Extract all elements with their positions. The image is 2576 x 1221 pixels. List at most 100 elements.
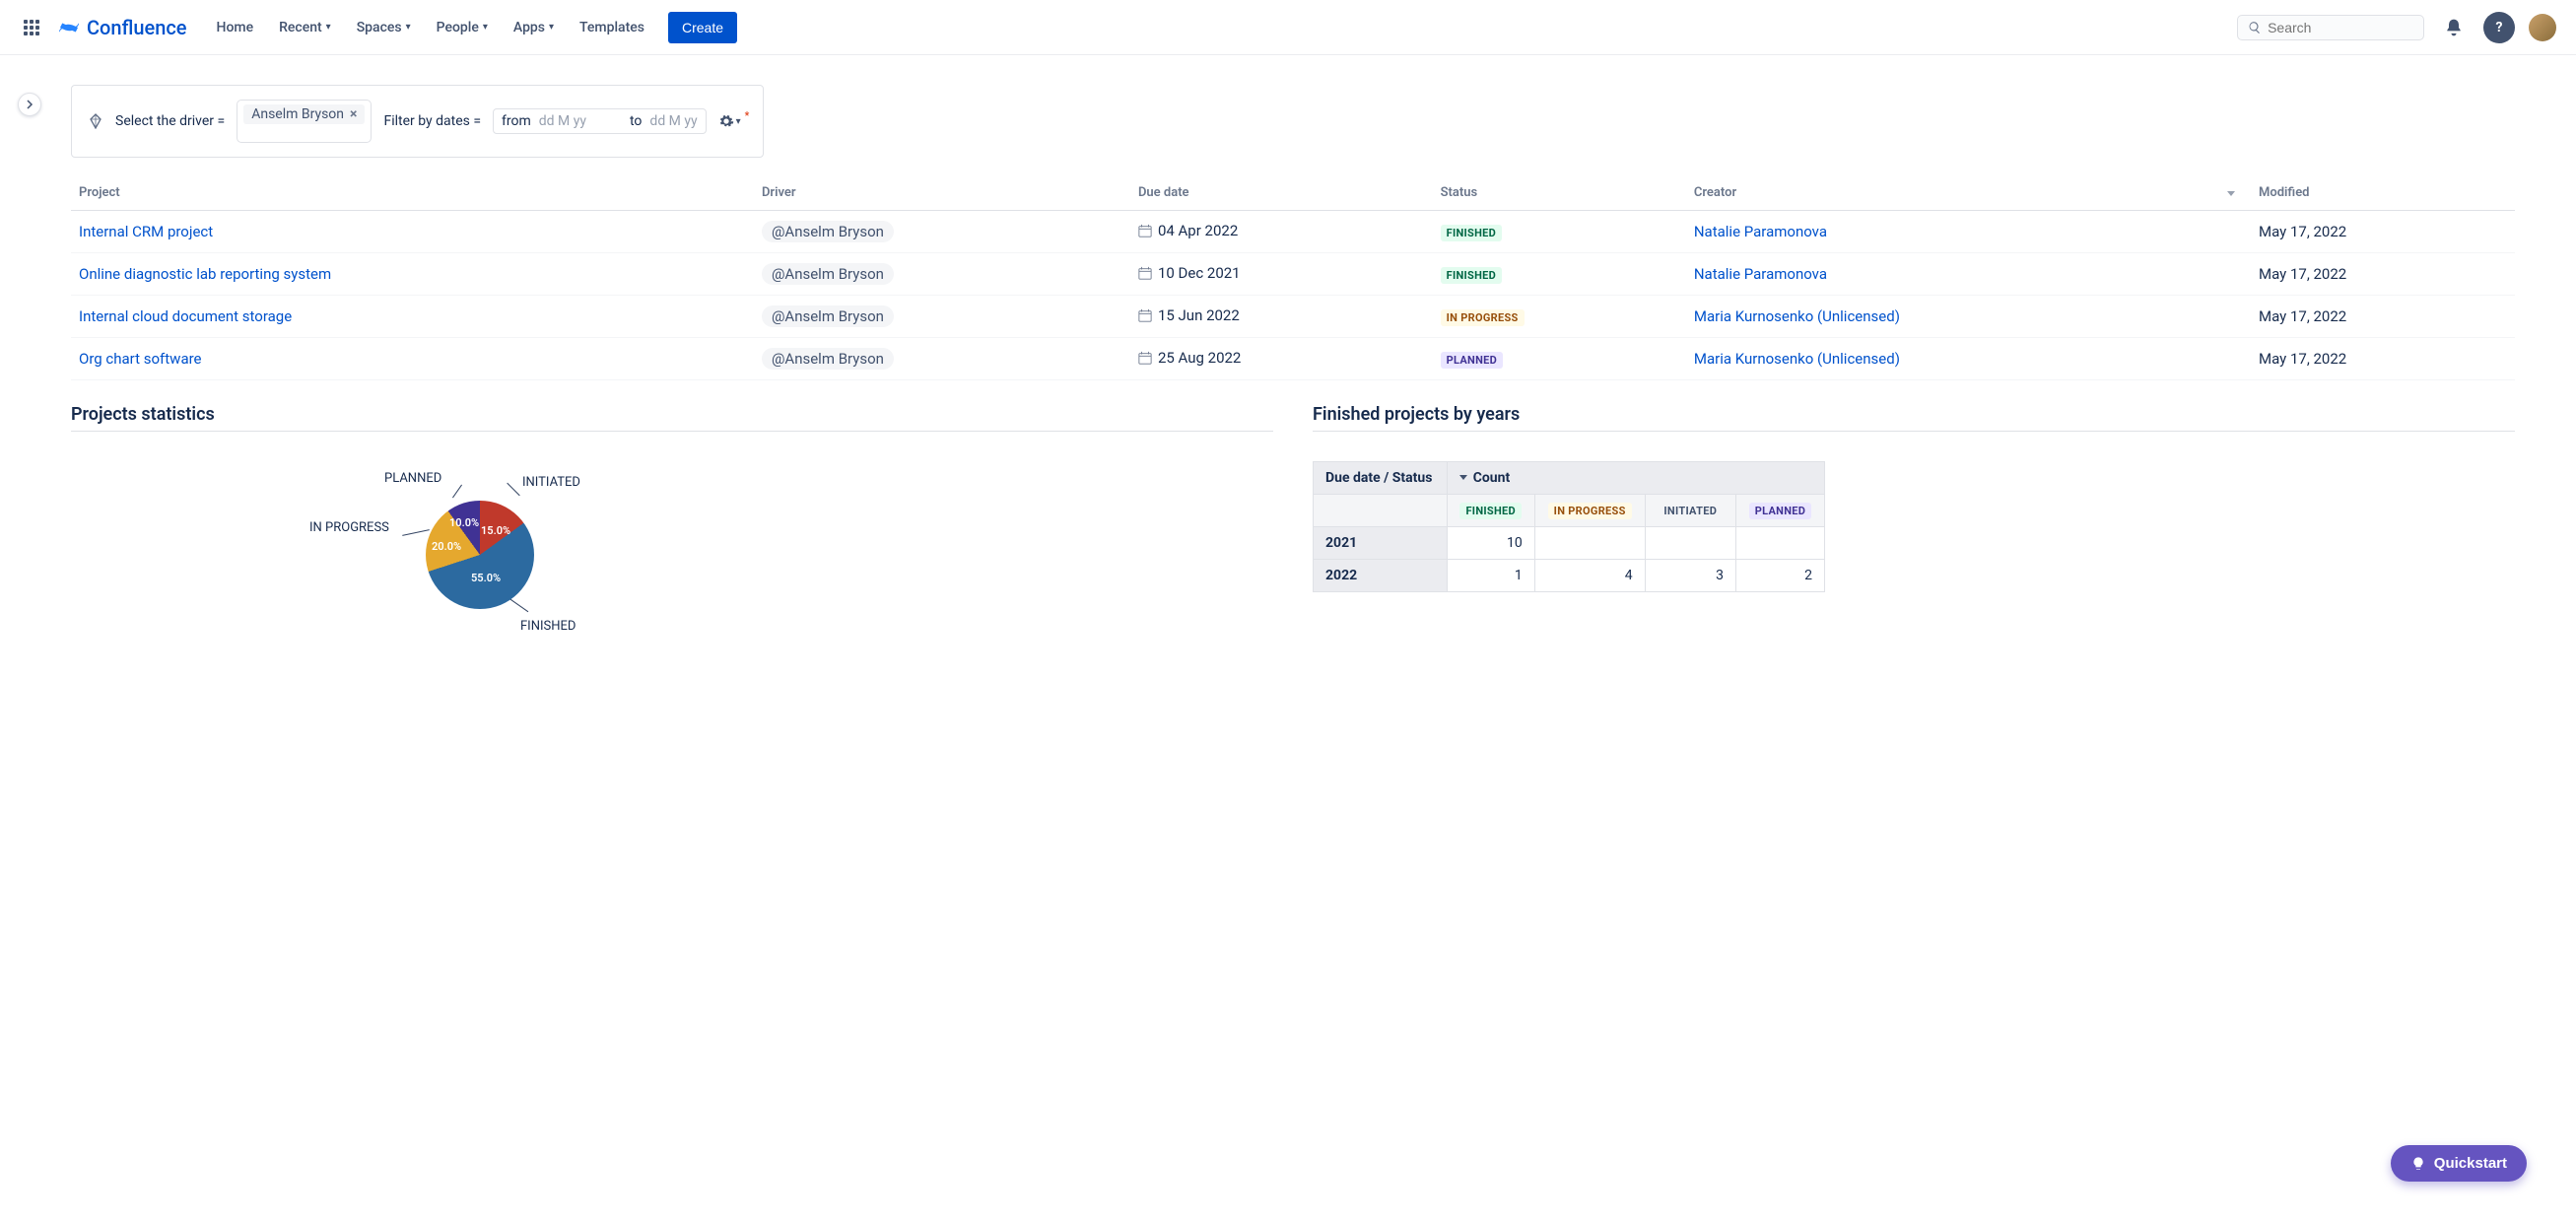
due-date: 25 Aug 2022 [1138,349,1241,367]
pivot-rowheader[interactable]: Due date / Status [1314,462,1448,495]
driver-mention[interactable]: @Anselm Bryson [762,305,894,327]
status-badge: IN PROGRESS [1441,309,1525,326]
to-date-placeholder: dd M yy [649,113,697,129]
col-project[interactable]: Project [71,175,754,211]
pie-graphic [426,501,534,609]
chevron-down-icon: ▾ [326,22,331,33]
calendar-icon [1138,224,1152,237]
filter-settings-button[interactable]: ▾ * [718,113,748,129]
chevron-down-icon: ▾ [483,22,488,33]
pivot-col[interactable]: IN PROGRESS [1534,495,1645,527]
driver-mention[interactable]: @Anselm Bryson [762,221,894,242]
filter-bar: Select the driver = Anselm Bryson × Filt… [71,85,764,158]
pct-inprogress: 20.0% [432,540,461,553]
create-button[interactable]: Create [668,12,737,43]
nav-templates[interactable]: Templates [570,12,654,43]
pivot-cell: 4 [1534,560,1645,592]
pivot-row: 202110 [1314,527,1825,560]
notifications-icon[interactable] [2438,12,2470,43]
filter-dates-label: Filter by dates = [383,113,481,129]
pivot-cell: 10 [1447,527,1534,560]
help-icon[interactable]: ? [2483,12,2515,43]
pivot-col[interactable]: PLANNED [1735,495,1824,527]
due-date: 04 Apr 2022 [1138,222,1238,239]
brand-name: Confluence [87,16,187,39]
page-content: Select the driver = Anselm Bryson × Filt… [12,55,2574,698]
calendar-icon [1138,308,1152,322]
app-switcher-icon[interactable] [20,16,43,39]
table-row: Internal CRM project @Anselm Bryson 04 Apr… [71,211,2515,253]
confluence-logo[interactable]: Confluence [57,16,187,39]
gear-icon [718,113,734,129]
pivot-year: 2022 [1314,560,1448,592]
stats-heading: Projects statistics [71,404,1273,425]
modified-date: May 17, 2022 [2251,338,2515,380]
col-due[interactable]: Due date [1130,175,1433,211]
top-bar: Confluence Home Recent▾ Spaces▾ People▾ … [0,0,2576,55]
status-badge: FINISHED [1441,267,1503,284]
lightbulb-icon [2410,1156,2426,1172]
pct-initiated: 15.0% [481,524,510,537]
project-link[interactable]: Online diagnostic lab reporting system [79,265,331,283]
from-keyword: from [502,113,531,129]
chevron-down-icon: ▾ [406,22,411,33]
col-driver[interactable]: Driver [754,175,1130,211]
chevron-down-icon: ▾ [736,116,741,127]
remove-tag-icon[interactable]: × [350,106,357,122]
pivot-cell: 1 [1447,560,1534,592]
col-modified[interactable]: Modified [2251,175,2515,211]
nav-spaces[interactable]: Spaces▾ [347,12,421,43]
calendar-icon [1138,351,1152,365]
col-creator[interactable]: Creator [1686,175,2251,211]
driver-mention[interactable]: @Anselm Bryson [762,263,894,285]
driver-tag: Anselm Bryson × [243,104,365,124]
projects-table: Project Driver Due date Status Creator M… [71,175,2515,380]
due-date: 10 Dec 2021 [1138,264,1241,282]
project-link[interactable]: Org chart software [79,350,202,368]
expand-sidebar-button[interactable] [18,93,41,116]
pivot-row: 20221432 [1314,560,1825,592]
macro-icon [88,113,103,129]
creator-link[interactable]: Natalie Paramonova [1694,265,1827,283]
to-keyword: to [630,113,642,129]
table-row: Internal cloud document storage @Anselm B… [71,296,2515,338]
pivot-count-header[interactable]: Count [1447,462,1824,495]
pivot-cell [1735,527,1824,560]
nav-recent[interactable]: Recent▾ [269,12,341,43]
lbl-initiated: INITIATED [522,475,580,490]
calendar-icon [1138,266,1152,280]
table-row: Online diagnostic lab reporting system @A… [71,253,2515,296]
nav-people[interactable]: People▾ [427,12,498,43]
quickstart-button[interactable]: Quickstart [2391,1145,2527,1182]
driver-filter-input[interactable]: Anselm Bryson × [237,100,372,143]
from-date-placeholder: dd M yy [539,113,586,129]
chevron-right-icon [25,100,34,109]
creator-link[interactable]: Natalie Paramonova [1694,223,1827,240]
project-link[interactable]: Internal cloud document storage [79,307,292,325]
modified-date: May 17, 2022 [2251,296,2515,338]
status-badge: FINISHED [1441,225,1503,241]
chevron-down-icon: ▾ [549,22,554,33]
profile-avatar[interactable] [2529,14,2556,41]
pivot-table: Due date / Status Count FINISHEDIN PROGR… [1313,461,1825,592]
search-box[interactable] [2237,15,2424,40]
date-range-input[interactable]: from dd M yy to dd M yy [493,108,707,134]
pivot-cell [1534,527,1645,560]
lbl-finished: FINISHED [520,619,576,634]
driver-mention[interactable]: @Anselm Bryson [762,348,894,370]
modified-date: May 17, 2022 [2251,211,2515,253]
creator-link[interactable]: Maria Kurnosenko (Unlicensed) [1694,350,1900,368]
nav-home[interactable]: Home [207,12,264,43]
by-year-panel: Finished projects by years Due date / St… [1313,404,2515,678]
pivot-cell [1645,527,1735,560]
pivot-cell: 3 [1645,560,1735,592]
pivot-col[interactable]: FINISHED [1447,495,1534,527]
by-year-heading: Finished projects by years [1313,404,2515,425]
creator-link[interactable]: Maria Kurnosenko (Unlicensed) [1694,307,1900,325]
col-status[interactable]: Status [1433,175,1686,211]
confluence-icon [57,16,81,39]
nav-apps[interactable]: Apps▾ [504,12,564,43]
pivot-col[interactable]: INITIATED [1645,495,1735,527]
project-link[interactable]: Internal CRM project [79,223,213,240]
search-input[interactable] [2268,20,2413,35]
